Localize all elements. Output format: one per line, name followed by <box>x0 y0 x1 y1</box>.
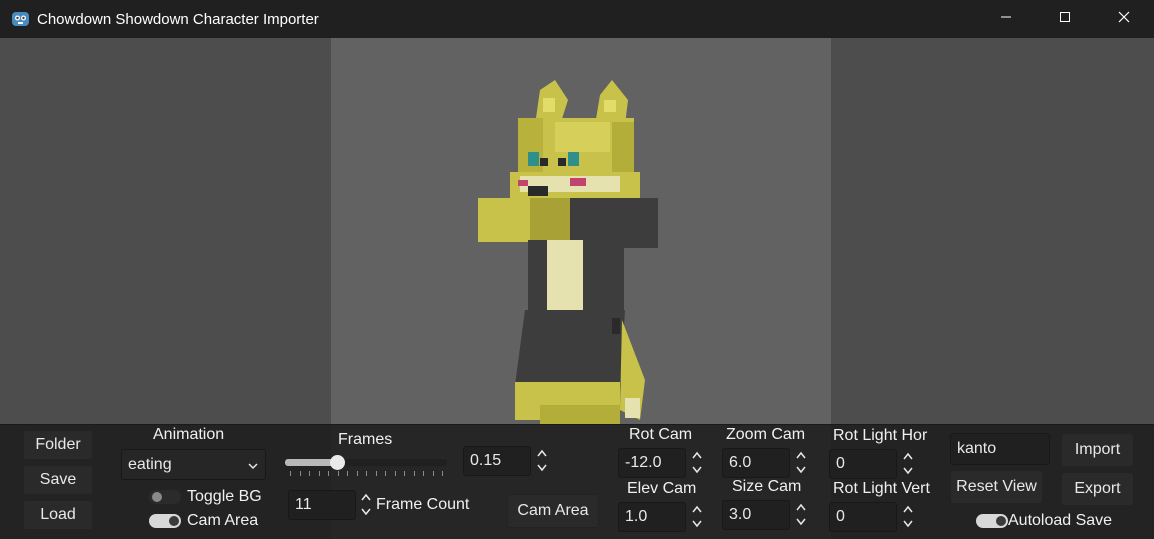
autoload-save-label: Autoload Save <box>1008 512 1113 529</box>
size-cam-spinner[interactable] <box>795 500 807 530</box>
slider-tick <box>299 471 301 476</box>
window-title: Chowdown Showdown Character Importer <box>37 11 319 28</box>
folder-button[interactable]: Folder <box>23 430 93 460</box>
animation-select[interactable]: eating <box>121 449 266 480</box>
title-bar: Chowdown Showdown Character Importer <box>0 0 1154 38</box>
size-cam-field[interactable]: 3.0 <box>722 500 790 530</box>
size-cam-value: 3.0 <box>729 506 752 523</box>
zoom-cam-label: Zoom Cam <box>726 426 806 443</box>
slider-tick <box>413 471 415 476</box>
slider-tick <box>432 471 434 476</box>
rot-light-hor-label: Rot Light Hor <box>833 427 928 444</box>
animation-label: Animation <box>153 426 225 443</box>
godot-icon <box>11 9 30 28</box>
autoload-save-switch[interactable] <box>976 514 1008 528</box>
frames-label: Frames <box>338 431 393 448</box>
rot-light-vert-spinner[interactable] <box>902 502 914 532</box>
slider-tick <box>318 471 320 476</box>
rot-cam-label: Rot Cam <box>629 426 693 443</box>
toggle-bg-switch[interactable] <box>149 490 181 504</box>
frame-count-value: 11 <box>295 496 312 513</box>
rot-light-vert-field[interactable]: 0 <box>829 502 897 532</box>
zoom-cam-value: 6.0 <box>729 454 752 471</box>
slider-tick <box>347 471 348 476</box>
rot-light-vert-value: 0 <box>836 508 845 525</box>
slider-tick <box>442 471 443 476</box>
maximize-button[interactable] <box>1036 0 1094 38</box>
cam-area-toggle-label: Cam Area <box>187 512 259 529</box>
import-button[interactable]: Import <box>1061 433 1134 467</box>
elev-cam-spinner[interactable] <box>691 502 703 532</box>
frames-slider[interactable] <box>285 459 447 466</box>
close-button[interactable] <box>1095 0 1153 38</box>
frame-speed-field[interactable]: 0.15 <box>463 446 531 476</box>
frame-count-field[interactable]: 11 <box>288 490 356 520</box>
toggle-bg-label: Toggle BG <box>187 488 262 505</box>
rot-cam-value: -12.0 <box>625 454 662 471</box>
rot-light-hor-spinner[interactable] <box>902 449 914 479</box>
slider-tick <box>366 471 367 476</box>
slider-tick <box>423 471 424 476</box>
reset-view-button[interactable]: Reset View <box>950 470 1043 504</box>
save-button[interactable]: Save <box>23 465 93 495</box>
animation-selected-value: eating <box>128 455 172 473</box>
slider-tick <box>356 471 358 476</box>
elev-cam-value: 1.0 <box>625 508 648 525</box>
minimize-icon <box>1000 10 1012 28</box>
elev-cam-field[interactable]: 1.0 <box>618 502 686 532</box>
load-button[interactable]: Load <box>23 500 93 530</box>
slider-tick <box>309 471 310 476</box>
zoom-cam-field[interactable]: 6.0 <box>722 448 790 478</box>
toggle-knob <box>169 516 179 526</box>
rot-cam-spinner[interactable] <box>691 448 703 478</box>
rot-light-hor-value: 0 <box>836 455 845 472</box>
cam-area-switch[interactable] <box>149 514 181 528</box>
export-button[interactable]: Export <box>1061 472 1134 506</box>
app-window: Chowdown Showdown Character Importer Fol… <box>0 0 1154 539</box>
frame-count-label: Frame Count <box>376 496 470 513</box>
zoom-cam-spinner[interactable] <box>795 448 807 478</box>
size-cam-label: Size Cam <box>732 478 802 495</box>
minimize-button[interactable] <box>977 0 1035 38</box>
character-name-input[interactable]: kanto <box>950 433 1050 465</box>
character-name-value: kanto <box>957 440 997 457</box>
cam-area-button[interactable]: Cam Area <box>507 494 599 528</box>
elev-cam-label: Elev Cam <box>627 480 697 497</box>
toggle-knob <box>996 516 1006 526</box>
slider-tick <box>394 471 396 476</box>
maximize-icon <box>1059 10 1071 28</box>
rot-cam-field[interactable]: -12.0 <box>618 448 686 478</box>
frame-speed-value: 0.15 <box>470 452 502 469</box>
slider-tick <box>337 471 339 476</box>
close-icon <box>1118 10 1130 28</box>
slider-tick <box>375 471 377 476</box>
frame-count-spinner[interactable] <box>360 490 372 520</box>
slider-tick <box>328 471 329 476</box>
slider-tick <box>385 471 386 476</box>
rot-light-vert-label: Rot Light Vert <box>833 480 930 497</box>
frame-speed-spinner[interactable] <box>536 446 548 476</box>
toggle-knob <box>152 492 162 502</box>
frames-slider-handle[interactable] <box>329 455 345 470</box>
slider-tick <box>290 471 291 476</box>
chevron-down-icon <box>247 459 259 477</box>
rot-light-hor-field[interactable]: 0 <box>829 449 897 479</box>
slider-tick <box>404 471 405 476</box>
